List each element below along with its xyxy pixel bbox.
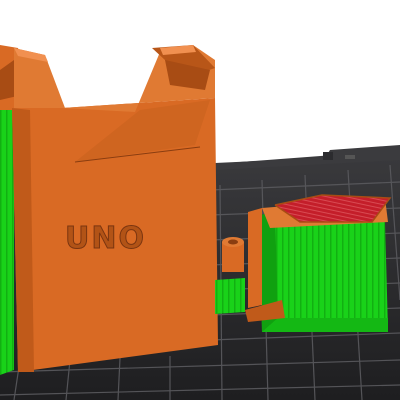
embossed-model-text: UNO [65, 221, 146, 257]
left-infill-block [0, 105, 14, 375]
slicer-3d-viewport[interactable]: UNO [0, 0, 400, 400]
uno-embossed-text: UNO [65, 221, 146, 256]
middle-infill-base [215, 278, 245, 314]
main-box-perimeter [12, 45, 218, 372]
small-pin [222, 237, 244, 272]
